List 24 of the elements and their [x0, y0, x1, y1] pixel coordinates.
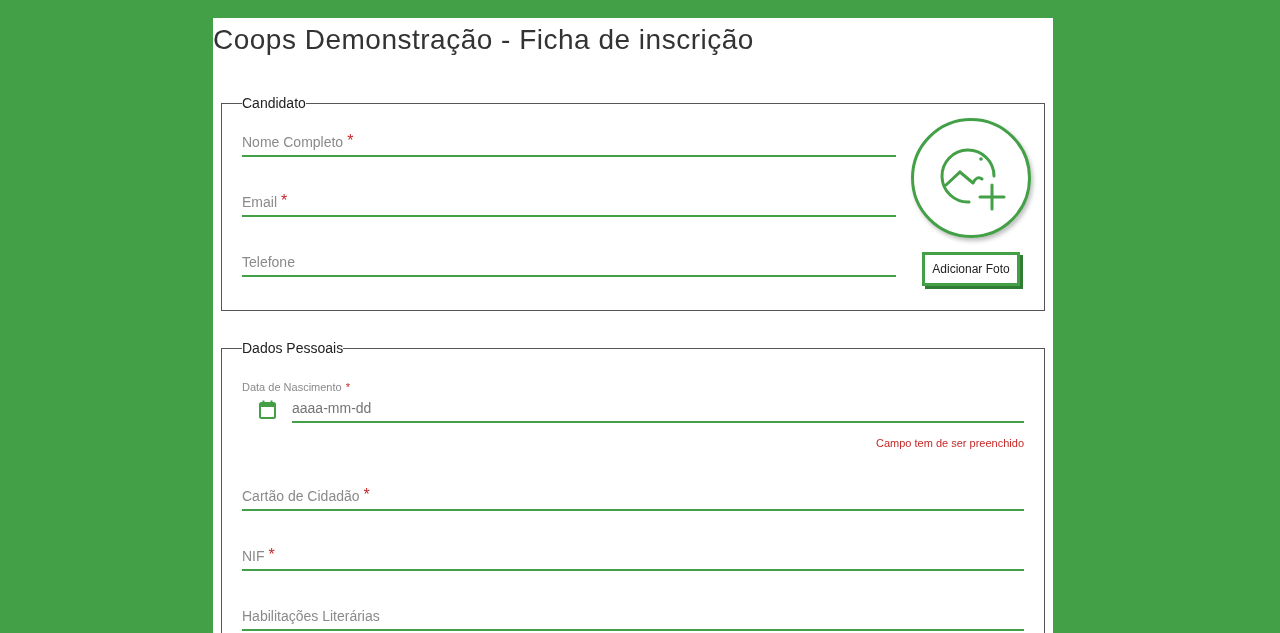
field-label: Cartão de Cidadão — [242, 487, 360, 506]
text-field[interactable]: Habilitações Literárias — [242, 571, 1024, 631]
text-field[interactable]: Email * — [242, 157, 896, 217]
date-field[interactable]: aaaa-mm-dd — [292, 395, 1024, 423]
text-field[interactable]: NIF * — [242, 511, 1024, 571]
section-legend: Dados Pessoais — [242, 338, 344, 359]
page-title: Coops Demonstração - Ficha de inscrição — [213, 23, 755, 57]
text-field[interactable]: Telefone — [242, 217, 896, 277]
date-placeholder: aaaa-mm-dd — [292, 399, 372, 416]
text-field[interactable]: Cartão de Cidadão * — [242, 451, 1024, 511]
field-label: Telefone — [242, 253, 295, 272]
required-asterisk: * — [281, 191, 288, 211]
add-photo-button[interactable]: Adicionar Foto — [922, 252, 1020, 286]
field-label: NIF — [242, 547, 265, 566]
required-asterisk: * — [268, 545, 275, 565]
required-asterisk: * — [345, 380, 350, 395]
field-label: Email — [242, 193, 277, 212]
required-asterisk: * — [363, 485, 370, 505]
required-asterisk: * — [347, 131, 354, 151]
field-label: Data de Nascimento — [242, 380, 342, 395]
field-label: Nome Completo — [242, 133, 344, 152]
error-message: Campo tem de ser preenchido — [876, 435, 1024, 451]
calendar-icon[interactable] — [259, 399, 276, 419]
field-label: Habilitações Literárias — [242, 607, 380, 626]
